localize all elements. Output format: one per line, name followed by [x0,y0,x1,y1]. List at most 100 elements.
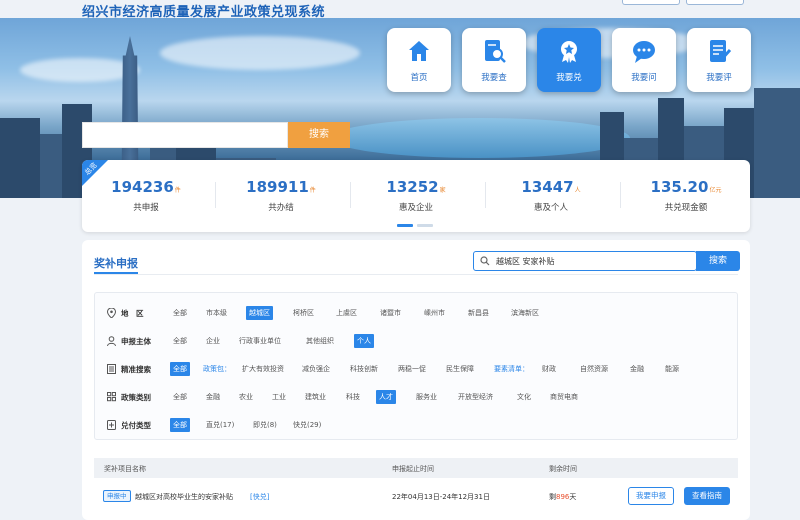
payout-icon [107,420,116,430]
filter-option[interactable]: 直兑(17) [203,418,237,432]
filter-option[interactable]: 柯桥区 [290,306,317,320]
stat-completed: 189911件 共办结 [217,178,345,213]
filter-option[interactable]: 服务业 [413,390,440,404]
stat-unit: 件 [174,187,181,194]
filter-option[interactable]: 工业 [269,390,289,404]
filter-option[interactable]: 建筑业 [302,390,329,404]
filter-option[interactable]: 自然资源 [577,362,611,376]
nav-ask-label: 我要问 [631,73,657,83]
stat-caption: 共兑现金额 [664,203,708,213]
nav-home-label: 首页 [410,73,428,83]
nav-redeem[interactable]: 我要兑 [537,28,601,92]
stat-value: 135.20 [650,178,709,196]
filter-option[interactable]: 金融 [627,362,647,376]
policy-search-button[interactable]: 搜索 [696,251,740,271]
stat-applications: 194236件 共申报 [82,178,210,213]
filter-option[interactable]: 快兑(29) [290,418,324,432]
user-icon [107,336,116,346]
stat-enterprises: 13252家 惠及企业 [352,178,480,213]
filter-box: 地 区 全部 市本级 越城区 柯桥区 上虞区 诸暨市 嵊州市 新昌县 滨海新区 … [94,292,738,440]
filter-option[interactable]: 全部 [170,306,190,320]
nav-home[interactable]: 首页 [387,28,451,92]
filter-option[interactable]: 扩大有效投资 [239,362,287,376]
stat-unit: 亿元 [709,187,722,194]
filter-option-selected[interactable]: 人才 [376,390,396,404]
project-name-link[interactable]: 越城区对高校毕业生的安家补贴 [135,492,233,502]
filter-option[interactable]: 科技创新 [347,362,381,376]
carousel-dot[interactable] [417,224,433,227]
chat-icon [633,41,655,63]
filter-option[interactable]: 其他组织 [303,334,337,348]
remaining-prefix: 剩 [549,493,556,501]
column-header: 剩余时间 [549,465,577,473]
filter-option[interactable]: 两稳一促 [395,362,429,376]
filter-option[interactable]: 滨海新区 [508,306,542,320]
filter-option[interactable]: 文化 [514,390,534,404]
filter-label: 申报主体 [121,337,151,346]
filter-label: 兑付类型 [121,421,151,430]
filter-option[interactable]: 全部 [170,390,190,404]
carousel-dot-active[interactable] [397,224,413,227]
status-badge: 申报中 [103,490,131,502]
hero-search-input[interactable] [82,122,288,148]
policy-search-input[interactable]: 越城区 安家补贴 [473,251,697,271]
stat-value: 194236 [111,178,174,196]
remaining-days: 896 [556,493,570,501]
hero-search-button[interactable]: 搜索 [288,122,350,148]
filter-label: 精准搜索 [121,365,151,374]
stat-unit: 家 [439,187,446,194]
filter-option[interactable]: 即兑(8) [250,418,280,432]
filter-group-label: 政策包： [203,365,231,373]
filter-option-selected[interactable]: 全部 [170,418,190,432]
view-guide-button[interactable]: 查看指南 [684,487,730,505]
filter-option[interactable]: 开放型经济 [455,390,496,404]
filter-group-label: 要素清单： [494,365,529,373]
stat-caption: 共申报 [133,203,159,213]
filter-option[interactable]: 能源 [662,362,682,376]
stat-individuals: 13447人 惠及个人 [487,178,615,213]
nav-redeem-label: 我要兑 [556,73,582,83]
filter-option[interactable]: 科技 [343,390,363,404]
nav-search[interactable]: 我要查 [462,28,526,92]
stat-value: 13252 [386,178,439,196]
stat-caption: 惠及个人 [533,203,568,213]
apply-button[interactable]: 我要申报 [628,487,674,505]
stat-amount: 135.20亿元 共兑现金额 [622,178,750,213]
filter-option[interactable]: 企业 [203,334,223,348]
home-icon [409,41,429,61]
search-icon [480,256,490,266]
stat-unit: 人 [574,187,581,194]
top-login-button[interactable] [622,0,680,5]
stat-caption: 惠及企业 [398,203,433,213]
filter-option[interactable]: 上虞区 [333,306,360,320]
top-register-button[interactable] [686,0,744,5]
nav-search-label: 我要查 [481,73,507,83]
filter-option-selected[interactable]: 个人 [354,334,374,348]
award-icon [561,41,577,63]
stats-overview: 总览 194236件 共申报 189911件 共办结 13252家 惠及企业 1… [82,160,750,232]
filter-option-selected[interactable]: 全部 [170,362,190,376]
filter-option[interactable]: 新昌县 [465,306,492,320]
stat-caption: 共办结 [268,203,294,213]
filter-option-selected[interactable]: 越城区 [246,306,273,320]
table-header: 奖补项目名称 申报起止时间 剩余时间 [94,458,738,478]
filter-option[interactable]: 市本级 [203,306,230,320]
top-bar: 绍兴市经济高质量发展产业政策兑现系统 [0,0,800,20]
filter-option[interactable]: 民生保障 [443,362,477,376]
panel-title: 奖补申报 [94,257,138,270]
location-pin-icon [107,308,116,318]
filter-label: 政策类别 [121,393,151,402]
filter-option[interactable]: 全部 [170,334,190,348]
filter-option[interactable]: 农业 [236,390,256,404]
filter-option[interactable]: 商贸电商 [547,390,581,404]
filter-option[interactable]: 金融 [203,390,223,404]
category-icon [107,392,116,402]
filter-option[interactable]: 行政事业单位 [236,334,284,348]
nav-evaluate-label: 我要评 [706,73,732,83]
filter-option[interactable]: 财政 [539,362,559,376]
filter-option[interactable]: 嵊州市 [421,306,448,320]
filter-option[interactable]: 减负强企 [299,362,333,376]
nav-evaluate[interactable]: 我要评 [687,28,751,92]
nav-ask[interactable]: 我要问 [612,28,676,92]
filter-option[interactable]: 诸暨市 [377,306,404,320]
